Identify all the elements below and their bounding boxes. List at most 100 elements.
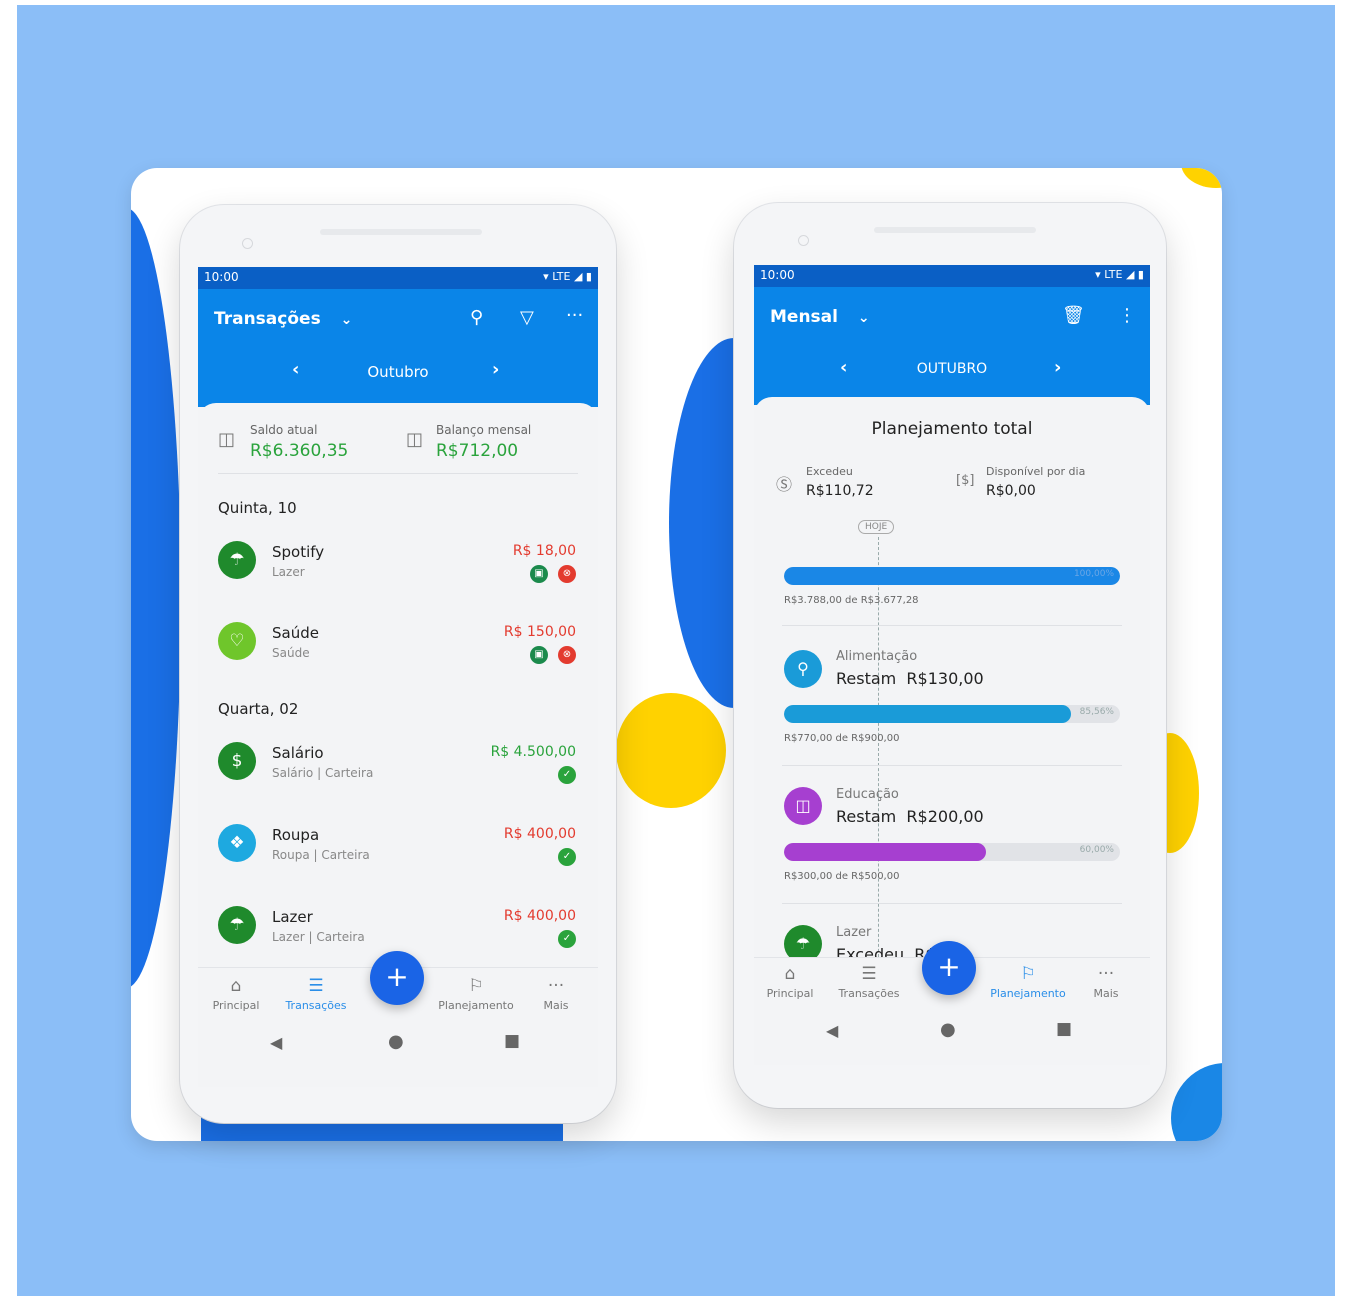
transaction-row[interactable]: ❖ Roupa Roupa | Carteira R$ 400,00 ✓	[198, 818, 598, 878]
nav-label: Planejamento	[438, 999, 514, 1012]
right-phone: 10:00 ▾ LTE ◢ ▮ Mensal ⌄ 🗑 ⋮ ‹ OUTUBRO ›…	[734, 203, 1166, 1108]
next-month-button[interactable]: ›	[1054, 357, 1061, 378]
system-navigation: ◀ ● ■	[198, 1025, 598, 1069]
nav-planejamento[interactable]: ⚐ Planejamento	[436, 976, 516, 1012]
list-icon: ☰	[861, 964, 877, 984]
paid-status-icon: ✓	[558, 848, 576, 866]
transaction-row[interactable]: ☂ Spotify Lazer R$ 18,00 ▣ ⊗	[198, 535, 598, 595]
section-divider	[782, 765, 1122, 766]
nav-mais[interactable]: ··· Mais	[1066, 964, 1146, 1000]
status-time: 10:00	[760, 268, 795, 282]
nav-label: Mais	[1093, 987, 1119, 1000]
section-divider	[782, 625, 1122, 626]
status-icons: ▾ LTE ◢ ▮	[1095, 268, 1144, 281]
more-icon[interactable]: ···	[566, 305, 583, 326]
transaction-row[interactable]: $ Salário Salário | Carteira R$ 4.500,00…	[198, 736, 598, 796]
status-bar: 10:00 ▾ LTE ◢ ▮	[754, 265, 1150, 287]
category-progress-bar: 85,56%	[784, 705, 1120, 723]
back-icon[interactable]: ◀	[826, 1021, 838, 1040]
lock-icon: ◫	[218, 429, 236, 450]
monthly-label: Balanço mensal	[436, 423, 532, 437]
home-button-icon[interactable]: ●	[388, 1031, 404, 1052]
chevron-down-icon: ⌄	[857, 310, 870, 326]
camera-dot	[242, 238, 253, 249]
filter-icon[interactable]: ▽	[520, 307, 534, 328]
card-status-icon: ▣	[530, 565, 548, 583]
transaction-category: Lazer	[272, 565, 305, 579]
category-name: Educação	[836, 787, 899, 802]
yellow-blob-top-right	[1181, 168, 1222, 188]
monthly-value: R$712,00	[436, 441, 519, 461]
period-dropdown[interactable]: Mensal ⌄	[770, 307, 870, 327]
month-label: OUTUBRO	[916, 361, 988, 377]
status-icons: ▾ LTE ◢ ▮	[543, 270, 592, 283]
section-divider	[782, 903, 1122, 904]
transaction-row[interactable]: ♡ Saúde Saúde R$ 150,00 ▣ ⊗	[198, 616, 598, 676]
add-transaction-button[interactable]: +	[370, 951, 424, 1005]
nav-planejamento[interactable]: ⚐ Planejamento	[988, 964, 1068, 1000]
transaction-value: R$ 400,00	[503, 908, 576, 924]
kebab-icon[interactable]: ⋮	[1118, 305, 1136, 326]
transaction-value: R$ 4.500,00	[490, 744, 576, 760]
nav-label: Mais	[543, 999, 569, 1012]
speaker-grill	[874, 227, 1036, 233]
heart-icon: ♡	[218, 622, 256, 660]
back-icon[interactable]: ◀	[270, 1033, 282, 1052]
transaction-category: Lazer | Carteira	[272, 930, 365, 944]
transaction-value: R$ 18,00	[512, 543, 576, 559]
yellow-blob-mid	[616, 693, 726, 808]
title-dropdown[interactable]: Transações ⌄	[214, 309, 352, 329]
wallet-icon: ◫	[406, 429, 424, 450]
pending-status-icon: ⊗	[558, 565, 576, 583]
category-progress-fill	[784, 705, 1072, 723]
search-icon[interactable]: ⚲	[470, 307, 483, 328]
nav-principal[interactable]: ⌂ Principal	[198, 976, 276, 1012]
daily-label: Disponível por dia	[986, 465, 1086, 478]
speaker-grill	[320, 229, 482, 235]
page-title: Mensal	[770, 307, 838, 327]
category-name: Alimentação	[836, 649, 918, 664]
cutlery-icon: ⚲	[784, 650, 822, 688]
app-bar: Mensal ⌄ 🗑 ⋮ ‹ OUTUBRO ›	[754, 287, 1150, 405]
more-icon: ···	[1097, 964, 1115, 984]
umbrella-icon: ☂	[218, 541, 256, 579]
category-progress-pct: 60,00%	[1079, 845, 1114, 855]
nav-label: Transações	[285, 999, 347, 1012]
nav-label: Principal	[766, 987, 814, 1000]
chevron-down-icon: ⌄	[340, 312, 353, 328]
total-progress-caption: R$3.788,00 de R$3.677,28	[784, 595, 919, 606]
book-icon: ◫	[784, 787, 822, 825]
system-navigation: ◀ ● ■	[754, 1013, 1150, 1057]
coin-icon: Ⓢ	[776, 475, 793, 494]
nav-principal[interactable]: ⌂ Principal	[754, 964, 830, 1000]
daily-value: R$0,00	[986, 483, 1036, 499]
month-label: Outubro	[367, 363, 429, 381]
nav-transacoes[interactable]: ☰ Transações	[276, 976, 356, 1012]
nav-transacoes[interactable]: ☰ Transações	[829, 964, 909, 1000]
list-icon: ☰	[308, 976, 324, 996]
day-header: Quarta, 02	[218, 700, 299, 718]
add-transaction-button[interactable]: +	[922, 941, 976, 995]
total-progress-fill	[784, 567, 1120, 585]
trash-icon[interactable]: 🗑	[1062, 305, 1085, 326]
section-heading: Planejamento total	[871, 419, 1033, 439]
category-progress-bar: 60,00%	[784, 843, 1120, 861]
today-marker: HOJE	[858, 520, 895, 534]
home-button-icon[interactable]: ●	[940, 1019, 956, 1040]
next-month-button[interactable]: ›	[492, 359, 499, 380]
nav-label: Planejamento	[990, 987, 1066, 1000]
balance-value: R$6.360,35	[250, 441, 349, 461]
nav-mais[interactable]: ··· Mais	[516, 976, 596, 1012]
recents-icon[interactable]: ■	[504, 1031, 520, 1051]
nav-label: Transações	[838, 987, 900, 1000]
app-bar: Transações ⌄ ⚲ ▽ ··· ‹ Outubro ›	[198, 289, 598, 407]
transaction-name: Salário	[272, 744, 324, 762]
left-phone: 10:00 ▾ LTE ◢ ▮ Transações ⌄ ⚲ ▽ ··· ‹ O…	[180, 205, 616, 1123]
transaction-category: Saúde	[272, 646, 310, 660]
flag-icon: ⚐	[1020, 964, 1036, 984]
home-icon: ⌂	[784, 964, 796, 984]
card-status-icon: ▣	[530, 646, 548, 664]
cash-icon: [$]	[956, 473, 975, 488]
recents-icon[interactable]: ■	[1056, 1019, 1072, 1039]
category-progress-fill	[784, 843, 986, 861]
